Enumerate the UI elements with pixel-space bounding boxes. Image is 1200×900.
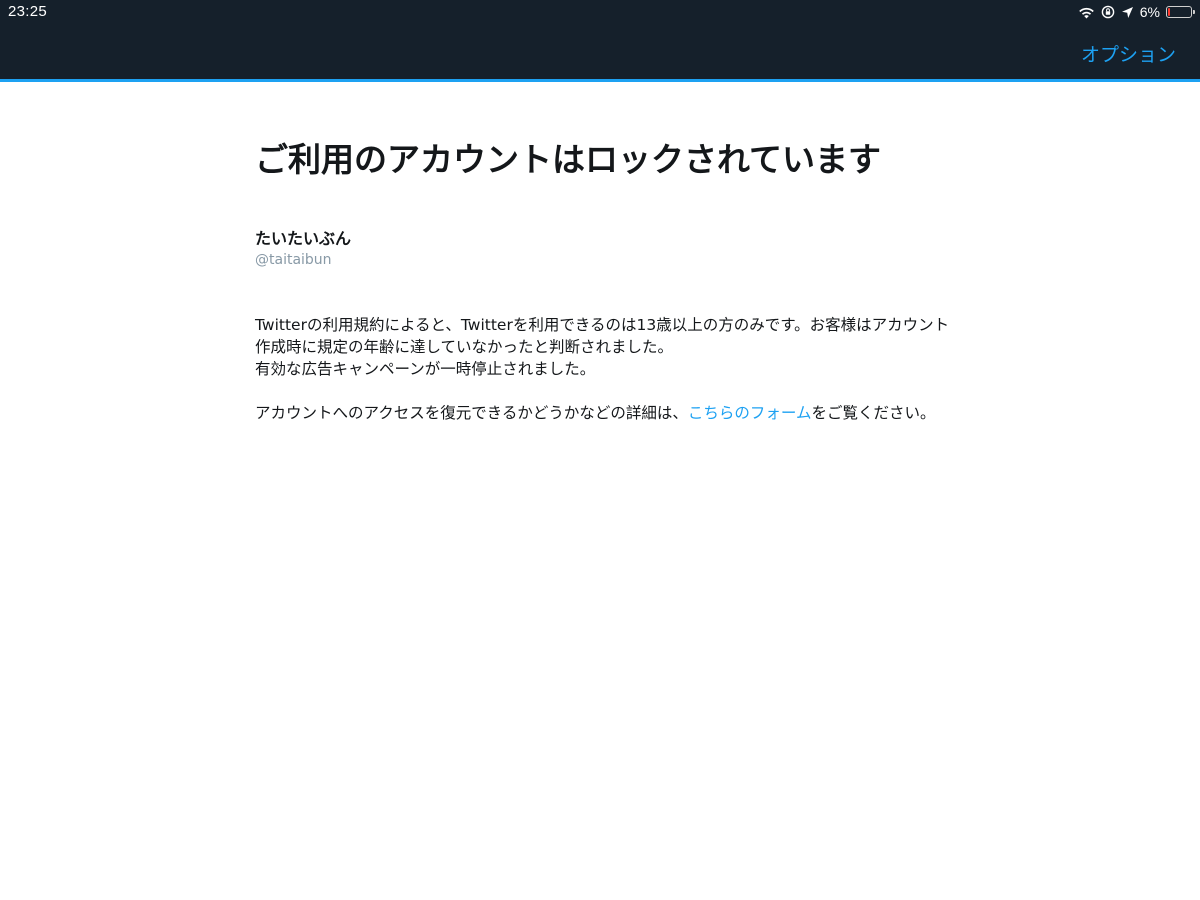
age-notice-paragraph: Twitterの利用規約によると、Twitterを利用できるのは13歳以上の方の… — [255, 316, 950, 356]
orientation-lock-icon — [1101, 5, 1115, 19]
options-button[interactable]: オプション — [1081, 40, 1176, 67]
form-link[interactable]: こちらのフォーム — [688, 404, 812, 422]
page-title: ご利用のアカウントはロックされています — [255, 140, 882, 179]
account-handle: @taitaibun — [255, 252, 332, 268]
battery-percent: 6% — [1139, 4, 1160, 20]
status-time: 23:25 — [8, 3, 48, 20]
location-arrow-icon — [1121, 6, 1134, 19]
wifi-icon — [1078, 6, 1095, 19]
ads-paused-paragraph: 有効な広告キャンペーンが一時停止されました。 — [255, 360, 596, 378]
main-content: ご利用のアカウントはロックされています たいたいぶん @taitaibun Tw… — [255, 140, 955, 424]
restore-info-text-before: アカウントへのアクセスを復元できるかどうかなどの詳細は、 — [255, 404, 688, 422]
account-name: たいたいぶん — [255, 229, 352, 248]
battery-icon — [1166, 6, 1195, 18]
battery-fill — [1168, 8, 1170, 16]
restore-info-paragraph: アカウントへのアクセスを復元できるかどうかなどの詳細は、こちらのフォームをご覧く… — [255, 402, 955, 424]
status-icons: 6% — [1078, 3, 1195, 21]
restore-info-text-after: をご覧ください。 — [811, 404, 936, 422]
top-bar: 23:25 6% オプション — [0, 0, 1200, 82]
